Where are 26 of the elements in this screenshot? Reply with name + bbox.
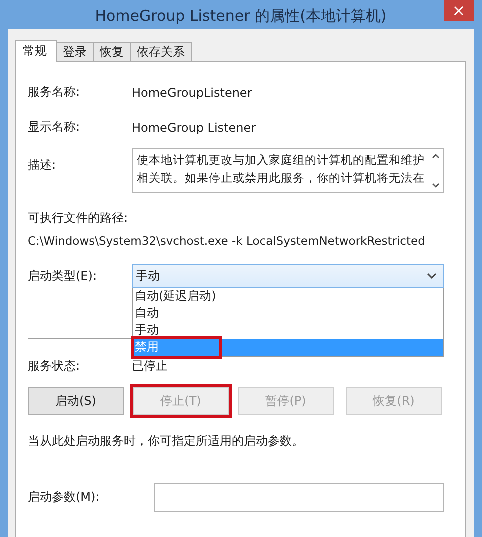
chevron-down-icon (427, 273, 437, 279)
tab[interactable]: 依存关系 (130, 42, 192, 61)
field-label: 启动类型(E): (28, 268, 98, 284)
field-label: 服务状态: (28, 358, 82, 375)
tab[interactable]: 登录 (56, 42, 94, 61)
field-label: 启动参数(M): (28, 489, 101, 506)
service-button[interactable]: 启动(S) (28, 387, 124, 415)
field-label: 显示名称: (28, 119, 82, 136)
status-value: 已停止 (132, 358, 168, 375)
tab[interactable]: 恢复 (93, 42, 131, 61)
dropdown-option[interactable]: 手动 (133, 322, 443, 339)
field-label: 服务名称: (28, 84, 82, 101)
field-value: HomeGroupListener (132, 86, 252, 100)
field-value: HomeGroup Listener (132, 120, 256, 134)
field-label: 描述: (28, 157, 58, 174)
start-parameters-field[interactable] (154, 483, 444, 512)
close-button[interactable]: × (444, 0, 474, 21)
startup-type-dropdown[interactable]: 手动 (132, 264, 444, 288)
field-label: 可执行文件的路径: (28, 210, 130, 227)
dropdown-option[interactable]: 自动(延迟启动) (133, 288, 443, 305)
path-text: C:\Windows\System32\svchost.exe -k LocalSystemNetworkRestricted (28, 234, 426, 248)
description-box[interactable]: 使本地计算机更改与加入家庭组的计算机的配置和维护相关联。如果停止或禁用此服务，你的计算机将无法在 (132, 148, 444, 193)
tab[interactable]: 常规 (15, 40, 57, 62)
window-title: HomeGroup Listener 的属性(本地计算机) (95, 7, 387, 26)
dropdown-option[interactable]: 自动 (133, 305, 443, 322)
hint-text: 当从此处启动服务时，你可指定所适用的启动参数。 (28, 433, 305, 450)
